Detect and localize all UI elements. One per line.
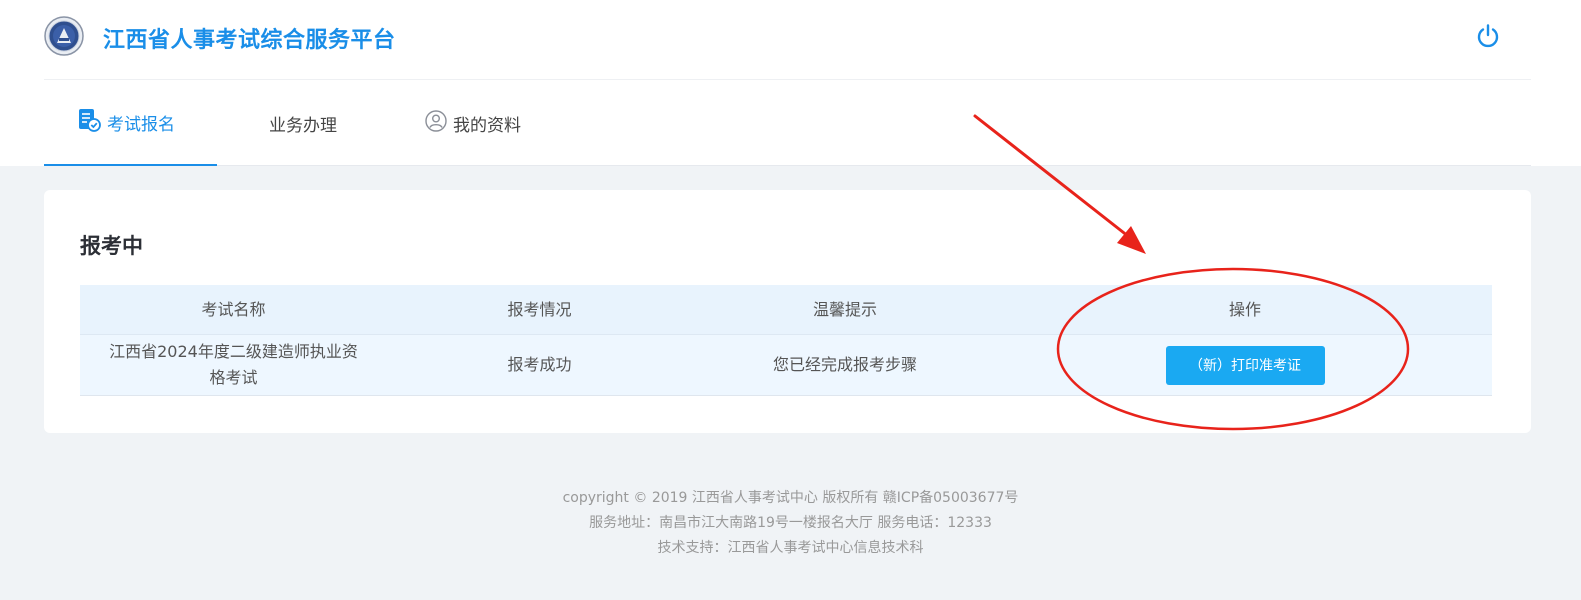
user-circle-icon — [425, 109, 453, 137]
footer-support: 技术支持：江西省人事考试中心信息技术科 — [657, 540, 924, 556]
footer-address: 服务地址：南昌市江大南路19号一楼报名大厅 服务电话：12333 — [589, 515, 992, 531]
exam-name: 江西省2024年度二级建造师执业资格考试 — [109, 342, 358, 387]
tab-business[interactable]: 业务办理 — [269, 80, 337, 166]
header-action: 操作 — [1228, 299, 1261, 319]
top-bar: 江西省人事考试综合服务平台 考试报名 业务办理 我的资料 — [0, 0, 1581, 166]
tab-my-profile[interactable]: 我的资料 — [425, 80, 521, 166]
main-nav: 考试报名 业务办理 我的资料 — [44, 80, 1531, 166]
header-tip: 温馨提示 — [812, 299, 877, 319]
cell-action: （新）打印准考证 — [998, 335, 1492, 395]
tab-label: 我的资料 — [453, 115, 521, 136]
footer: copyright © 2019 江西省人事考试中心 版权所有 赣ICP备050… — [0, 486, 1581, 561]
tab-label: 业务办理 — [269, 115, 337, 136]
exam-table: 考试名称 报考情况 温馨提示 操作 江西省2024年度二级建造师执业资格考试 报… — [80, 285, 1492, 396]
header-exam-name: 考试名称 — [201, 299, 266, 319]
header-status: 报考情况 — [507, 299, 572, 319]
cell-status: 报考成功 — [507, 355, 572, 374]
table-header-row: 考试名称 报考情况 温馨提示 操作 — [80, 285, 1492, 335]
cell-exam-name: 江西省2024年度二级建造师执业资格考试 — [80, 335, 387, 395]
cell-tip: 您已经完成报考步骤 — [772, 355, 917, 374]
tab-exam-registration[interactable]: 考试报名 — [44, 80, 217, 166]
power-icon[interactable] — [1475, 23, 1501, 49]
tab-label: 考试报名 — [107, 114, 175, 135]
footer-copyright: copyright © 2019 江西省人事考试中心 版权所有 赣ICP备050… — [562, 490, 1019, 506]
header: 江西省人事考试综合服务平台 — [44, 0, 1531, 80]
site-title: 江西省人事考试综合服务平台 — [103, 28, 396, 53]
table-row: 江西省2024年度二级建造师执业资格考试 报考成功 您已经完成报考步骤 （新）打… — [80, 335, 1492, 396]
emblem-icon — [44, 16, 84, 56]
registration-card: 报考中 考试名称 报考情况 温馨提示 操作 江西省2024年度二级建造师执业资格… — [44, 190, 1531, 433]
document-check-icon — [77, 108, 107, 137]
print-admission-ticket-button[interactable]: （新）打印准考证 — [1165, 345, 1325, 385]
section-title: 报考中 — [80, 234, 143, 258]
